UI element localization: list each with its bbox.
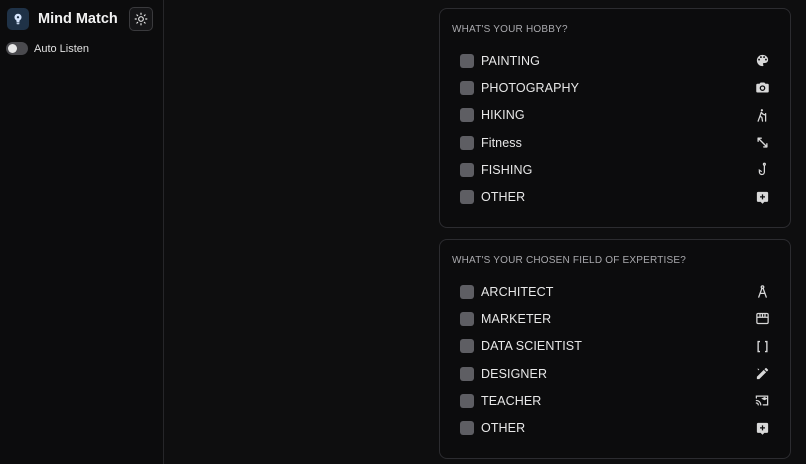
checkbox[interactable] (460, 421, 474, 436)
auto-listen-toggle[interactable] (6, 42, 28, 55)
option-label: PAINTING (481, 53, 540, 68)
option-label: DESIGNER (481, 366, 548, 381)
brand: Mind Match (7, 8, 118, 30)
checkbox[interactable] (460, 339, 474, 354)
hiking-icon (754, 107, 770, 123)
expertise-option-teacher[interactable]: TEACHER (440, 387, 790, 414)
hobby-option-other[interactable]: OTHER (440, 183, 790, 210)
option-label: OTHER (481, 190, 526, 205)
expertise-question: WHAT'S YOUR CHOSEN FIELD OF EXPERTISE? (452, 255, 686, 266)
expand-arrows-icon (754, 135, 770, 151)
expertise-option-other[interactable]: OTHER (440, 414, 790, 441)
cast-for-education-icon (754, 393, 770, 409)
compass-icon (754, 284, 770, 300)
expertise-option-data-scientist[interactable]: DATA SCIENTIST (440, 333, 790, 360)
checkbox[interactable] (460, 80, 474, 95)
hobby-option-fitness[interactable]: Fitness (440, 129, 790, 156)
option-label: DATA SCIENTIST (481, 339, 582, 354)
add-box-icon (754, 189, 770, 205)
palette-icon (754, 53, 770, 69)
auto-listen-label: Auto Listen (34, 42, 90, 55)
checkbox[interactable] (460, 284, 474, 299)
checkbox[interactable] (460, 135, 474, 150)
option-label: ARCHITECT (481, 284, 554, 299)
storefront-icon (754, 311, 770, 327)
expertise-option-architect[interactable]: ARCHITECT (440, 278, 790, 305)
brain-logo-icon (7, 8, 29, 30)
checkbox[interactable] (460, 311, 474, 326)
option-label: Fitness (481, 135, 522, 150)
hobby-card: WHAT'S YOUR HOBBY? PAINTING PHOTOGRAPHY … (439, 8, 791, 228)
option-label: MARKETER (481, 311, 552, 326)
option-label: PHOTOGRAPHY (481, 80, 580, 95)
hobby-option-fishing[interactable]: FISHING (440, 156, 790, 183)
add-box-icon (754, 420, 770, 436)
brackets-icon (754, 338, 770, 354)
toggle-knob (8, 44, 17, 53)
hobby-option-painting[interactable]: PAINTING (440, 47, 790, 74)
camera-icon (754, 80, 770, 96)
checkbox[interactable] (460, 53, 474, 68)
theme-toggle-button[interactable] (129, 7, 153, 31)
hobby-option-photography[interactable]: PHOTOGRAPHY (440, 74, 790, 101)
expertise-option-designer[interactable]: DESIGNER (440, 360, 790, 387)
hobby-option-hiking[interactable]: HIKING (440, 102, 790, 129)
option-label: TEACHER (481, 393, 542, 408)
sidebar: Mind Match Auto Listen (0, 0, 164, 464)
checkbox[interactable] (460, 190, 474, 205)
option-label: FISHING (481, 162, 533, 177)
checkbox[interactable] (460, 108, 474, 123)
checkbox[interactable] (460, 162, 474, 177)
app-title: Mind Match (38, 11, 118, 27)
expertise-option-marketer[interactable]: MARKETER (440, 305, 790, 332)
fishing-hook-icon (754, 162, 770, 178)
design-pen-icon (754, 366, 770, 382)
expertise-card: WHAT'S YOUR CHOSEN FIELD OF EXPERTISE? A… (439, 239, 791, 459)
app-root: Mind Match Auto Listen WHAT'S YOUR HOBBY… (0, 0, 806, 464)
checkbox[interactable] (460, 366, 474, 381)
option-label: HIKING (481, 108, 525, 123)
hobby-options: PAINTING PHOTOGRAPHY HIKING Fitness FISH… (440, 47, 790, 211)
expertise-options: ARCHITECT MARKETER DATA SCIENTIST DESIGN… (440, 278, 790, 442)
hobby-question: WHAT'S YOUR HOBBY? (452, 24, 568, 35)
checkbox[interactable] (460, 393, 474, 408)
sun-icon (134, 12, 148, 26)
option-label: OTHER (481, 421, 526, 436)
auto-listen-row: Auto Listen (6, 42, 89, 55)
